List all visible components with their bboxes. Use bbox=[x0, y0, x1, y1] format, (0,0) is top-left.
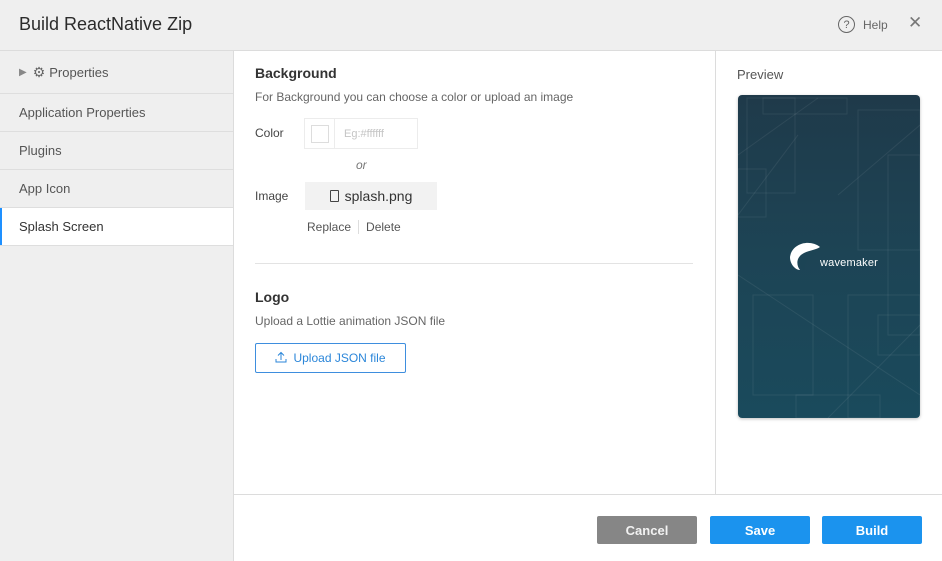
sidebar: ▶ ⚙ Properties Application Properties Pl… bbox=[0, 51, 234, 561]
image-label: Image bbox=[255, 189, 289, 203]
cancel-button[interactable]: Cancel bbox=[597, 516, 697, 544]
dialog-footer: Cancel Save Build bbox=[234, 494, 942, 561]
close-icon[interactable]: ✕ bbox=[908, 14, 922, 32]
upload-json-label: Upload JSON file bbox=[293, 351, 386, 365]
color-label: Color bbox=[255, 126, 284, 140]
separator bbox=[358, 220, 360, 234]
background-description: For Background you can choose a color or… bbox=[255, 90, 574, 104]
preview-panel: Preview wavemaker bbox=[715, 51, 942, 494]
background-title: Background bbox=[255, 65, 337, 81]
replace-link[interactable]: Replace bbox=[307, 220, 351, 234]
logo-description: Upload a Lottie animation JSON file bbox=[255, 314, 446, 328]
image-file: splash.png bbox=[305, 182, 437, 210]
color-picker bbox=[304, 118, 418, 149]
upload-icon bbox=[275, 351, 287, 366]
wavemaker-logo: wavemaker bbox=[786, 241, 878, 271]
caret-right-icon[interactable]: ▶ bbox=[19, 67, 27, 78]
sidebar-item-properties[interactable]: ▶ ⚙ Properties bbox=[0, 51, 233, 94]
dialog-title: Build ReactNative Zip bbox=[19, 14, 193, 34]
sidebar-item-label: Properties bbox=[49, 64, 109, 80]
delete-link[interactable]: Delete bbox=[366, 220, 401, 234]
sidebar-item-label: Application Properties bbox=[19, 105, 146, 120]
sidebar-item-app-icon[interactable]: App Icon bbox=[0, 170, 233, 208]
section-divider bbox=[255, 263, 693, 264]
brand-text: wavemaker bbox=[820, 257, 879, 269]
sidebar-item-splash-screen[interactable]: Splash Screen bbox=[0, 208, 233, 246]
preview-label: Preview bbox=[737, 67, 784, 82]
gear-icon: ⚙ bbox=[32, 63, 46, 80]
or-text: or bbox=[356, 158, 367, 172]
upload-json-button[interactable]: Upload JSON file bbox=[255, 343, 406, 373]
image-filename: splash.png bbox=[344, 188, 413, 204]
sidebar-item-label: App Icon bbox=[19, 181, 71, 196]
color-input[interactable] bbox=[335, 127, 405, 140]
sidebar-item-label: Plugins bbox=[19, 143, 62, 158]
splash-settings-panel: Background For Background you can choose… bbox=[234, 51, 715, 494]
sidebar-item-plugins[interactable]: Plugins bbox=[0, 132, 233, 170]
sidebar-item-application-properties[interactable]: Application Properties bbox=[0, 94, 233, 132]
dialog-header: Build ReactNative Zip ? Help ✕ bbox=[0, 0, 942, 51]
help-button[interactable]: ? Help bbox=[838, 16, 888, 33]
color-swatch[interactable] bbox=[311, 124, 329, 143]
splash-preview: wavemaker bbox=[738, 95, 920, 418]
logo-title: Logo bbox=[255, 289, 290, 305]
save-button[interactable]: Save bbox=[710, 516, 810, 544]
file-icon bbox=[329, 190, 339, 202]
build-button[interactable]: Build bbox=[822, 516, 922, 544]
sidebar-item-label: Splash Screen bbox=[19, 219, 104, 234]
wave-logo-icon bbox=[790, 242, 820, 270]
help-label: Help bbox=[863, 17, 888, 32]
file-actions: Replace Delete bbox=[307, 220, 401, 234]
question-circle-icon: ? bbox=[838, 16, 855, 33]
